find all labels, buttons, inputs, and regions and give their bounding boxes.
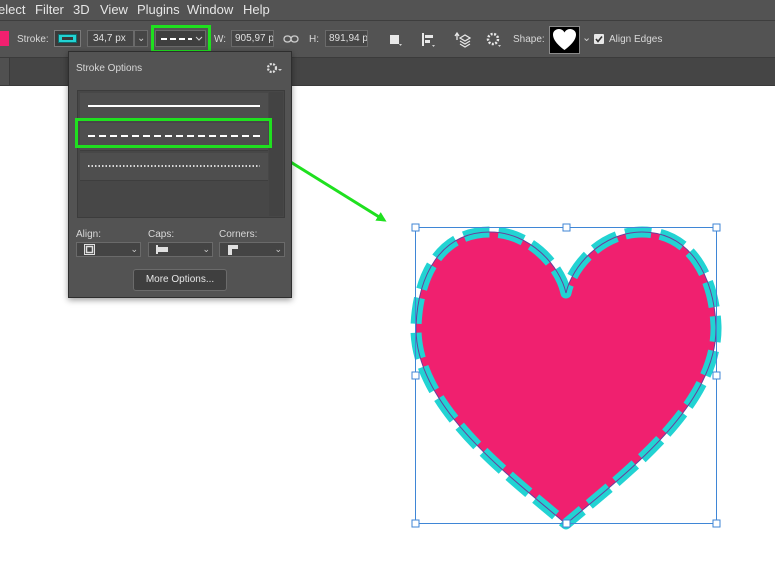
- chevron-down-icon: ⌄: [137, 33, 146, 44]
- h-label: H:: [309, 34, 319, 45]
- checkmark-icon: [595, 36, 603, 43]
- gear-icon[interactable]: [485, 31, 505, 49]
- link-icon[interactable]: [283, 34, 299, 44]
- stroke-color-swatch[interactable]: [54, 30, 81, 47]
- align-label: Align:: [76, 229, 102, 240]
- line-style-solid[interactable]: [80, 93, 268, 121]
- stroke-type-highlight: [151, 25, 211, 53]
- shape-label: Shape:: [513, 34, 545, 45]
- align-dropdown[interactable]: ⌄: [76, 242, 141, 257]
- menu-view[interactable]: View: [100, 2, 128, 17]
- line-style-list: [77, 90, 285, 218]
- stroke-label: Stroke:: [17, 34, 49, 45]
- menu-help[interactable]: Help: [243, 2, 270, 17]
- align-edges-checkbox[interactable]: [594, 34, 604, 44]
- chevron-down-icon: ⌄: [202, 244, 210, 254]
- align-edges-label: Align Edges: [609, 34, 663, 45]
- stroke-width-dropdown[interactable]: ⌄: [134, 30, 148, 47]
- caps-dropdown[interactable]: ⌄: [148, 242, 213, 257]
- stroke-width-field[interactable]: 34,7 px: [87, 30, 134, 47]
- fill-swatch[interactable]: [0, 31, 9, 46]
- line-style-dotted[interactable]: [80, 153, 268, 181]
- chevron-down-icon: ⌄: [274, 244, 282, 254]
- chevron-down-icon: ⌄: [130, 244, 138, 254]
- heart-shape: [410, 226, 722, 530]
- chevron-down-icon[interactable]: ⌄: [582, 31, 591, 44]
- shape-picker[interactable]: [549, 26, 580, 54]
- path-arrangement-icon[interactable]: [451, 30, 471, 50]
- corner-miter-icon: [228, 245, 238, 255]
- w-label: W:: [214, 34, 227, 45]
- menu-bar: elect Filter 3D View Plugins Window Help: [0, 0, 775, 20]
- panel-title: Stroke Options: [76, 63, 143, 74]
- stroke-options-panel: Stroke Options Align: Caps: Corners: ⌄ ⌄: [68, 51, 292, 298]
- more-options-button[interactable]: More Options...: [133, 269, 227, 291]
- scrollbar[interactable]: [269, 92, 283, 216]
- path-operations-icon[interactable]: [388, 32, 404, 48]
- heart-icon: [553, 29, 576, 50]
- menu-window[interactable]: Window: [187, 2, 233, 17]
- cap-butt-icon: [156, 245, 168, 254]
- dashed-style-highlight: [75, 118, 272, 148]
- width-field[interactable]: 905,97 p: [231, 30, 274, 47]
- path-alignment-icon[interactable]: [420, 31, 438, 49]
- menu-filter[interactable]: Filter: [35, 2, 64, 17]
- corners-label: Corners:: [219, 229, 258, 240]
- menu-3d[interactable]: 3D: [73, 2, 90, 17]
- document-tab[interactable]: [0, 58, 10, 85]
- height-field[interactable]: 891,94 p: [325, 30, 368, 47]
- corners-dropdown[interactable]: ⌄: [219, 242, 285, 257]
- align-inside-icon: [84, 244, 95, 255]
- gear-icon[interactable]: [265, 61, 285, 75]
- menu-plugins[interactable]: Plugins: [137, 2, 180, 17]
- menu-select[interactable]: elect: [0, 2, 25, 17]
- caps-label: Caps:: [148, 229, 175, 240]
